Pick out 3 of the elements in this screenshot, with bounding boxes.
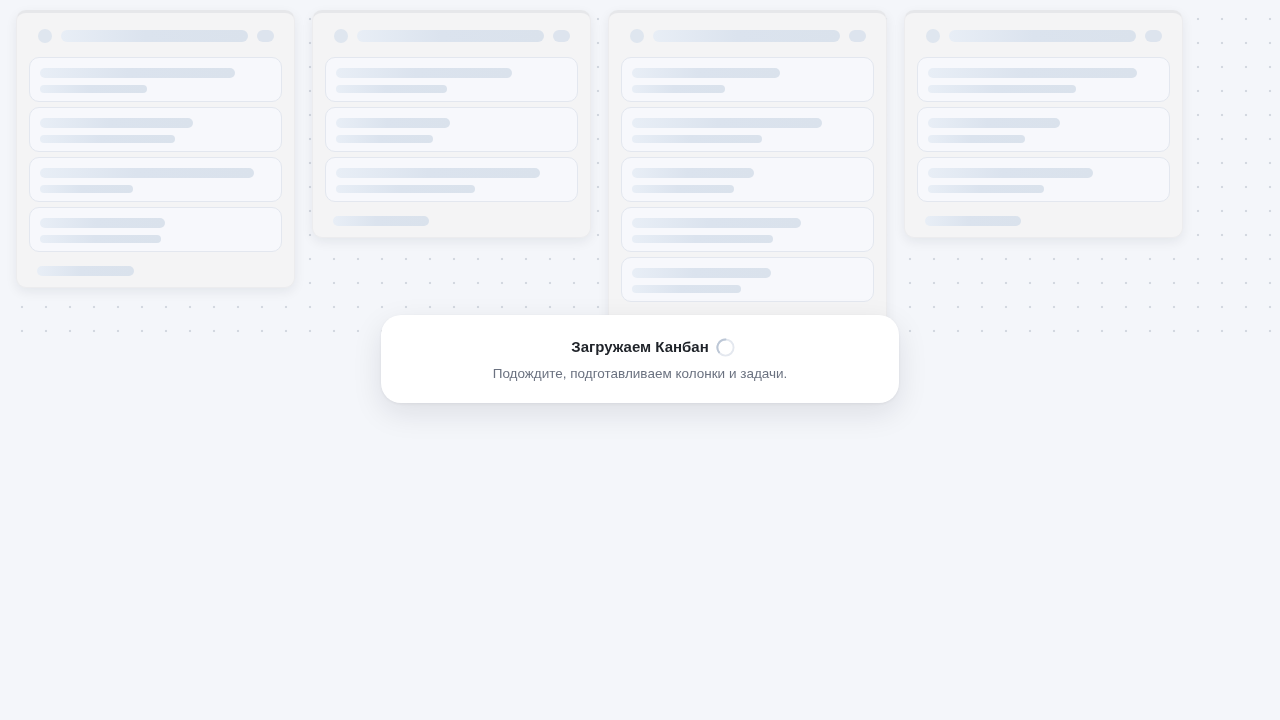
dialog-title: Загружаем Канбан [571,337,709,357]
dialog-message: Подождите, подготавливаем колонки и задачи. [492,365,788,383]
spinner-icon [715,337,735,357]
